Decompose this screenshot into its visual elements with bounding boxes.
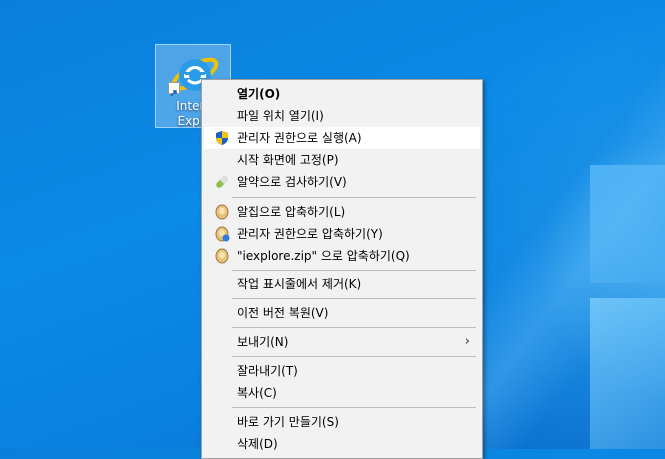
menu-item-pin-to-start[interactable]: 시작 화면에 고정(P) <box>204 149 480 171</box>
menu-item-open[interactable]: 열기(O) <box>204 83 480 105</box>
alzip-icon <box>215 248 229 264</box>
menu-item-restore-previous-versions[interactable]: 이전 버전 복원(V) <box>204 302 480 324</box>
menu-item-alzip-admin-compress[interactable]: 관리자 권한으로 압축하기(Y) <box>204 223 480 245</box>
submenu-arrow-icon: › <box>464 334 470 349</box>
menu-item-copy[interactable]: 복사(C) <box>204 382 480 404</box>
menu-separator <box>232 270 476 271</box>
alzip-admin-icon <box>215 226 230 242</box>
menu-item-cut[interactable]: 잘라내기(T) <box>204 360 480 382</box>
menu-separator <box>232 327 476 328</box>
menu-item-unpin-taskbar[interactable]: 작업 표시줄에서 제거(K) <box>204 273 480 295</box>
menu-item-run-as-admin[interactable]: 관리자 권한으로 실행(A) <box>204 127 480 149</box>
wallpaper-window-pane <box>590 298 665 449</box>
menu-item-alyac-scan[interactable]: 알약으로 검사하기(V) <box>204 171 480 193</box>
menu-item-create-shortcut[interactable]: 바로 가기 만들기(S) <box>204 411 480 433</box>
uac-shield-icon <box>216 131 228 145</box>
shortcut-arrow-icon <box>168 82 180 97</box>
alyac-pill-icon <box>216 176 228 188</box>
context-menu: 열기(O) 파일 위치 열기(I) 관리자 권한으로 실행(A) 시작 화면에 … <box>201 79 483 459</box>
menu-separator <box>232 356 476 357</box>
wallpaper-window-pane <box>590 165 665 283</box>
menu-item-send-to[interactable]: 보내기(N) › <box>204 331 480 353</box>
menu-separator <box>232 407 476 408</box>
menu-item-alzip-compress[interactable]: 알집으로 압축하기(L) <box>204 201 480 223</box>
alzip-icon <box>215 204 229 220</box>
menu-item-open-file-location[interactable]: 파일 위치 열기(I) <box>204 105 480 127</box>
menu-item-delete[interactable]: 삭제(D) <box>204 433 480 455</box>
menu-separator <box>232 298 476 299</box>
menu-separator <box>232 197 476 198</box>
menu-item-compress-to-zip[interactable]: "iexplore.zip" 으로 압축하기(Q) <box>204 245 480 267</box>
